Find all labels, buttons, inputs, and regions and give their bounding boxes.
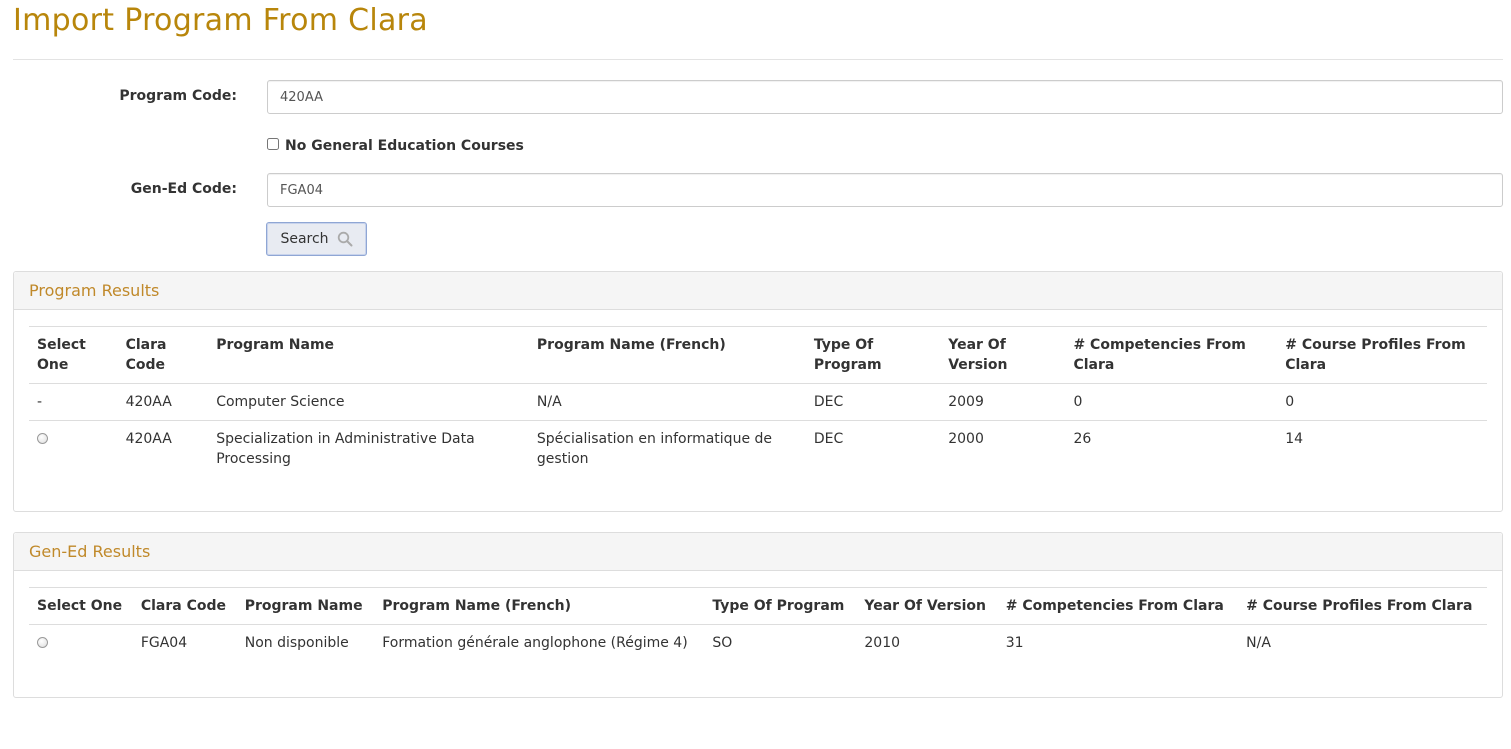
gen-ed-code-label: Gen-Ed Code: — [130, 181, 237, 197]
col-program-name: Program Name — [236, 587, 375, 625]
cell-program-name: Specialization in Administrative Data Pr… — [216, 431, 475, 467]
cell-year-of-version: 2010 — [864, 635, 901, 651]
gen-ed-code-input[interactable] — [267, 173, 1503, 207]
search-icon — [337, 231, 353, 247]
col-clara-code: Clara Code — [132, 587, 237, 625]
cell-competencies: 26 — [1073, 431, 1092, 447]
cell-program-name-french: Formation générale anglophone (Régime 4) — [382, 635, 688, 651]
no-gen-ed-label: No General Education Courses — [285, 138, 524, 154]
table-header-row: Select One Clara Code Program Name Progr… — [29, 326, 1487, 384]
col-program-name-french: Program Name (French) — [528, 326, 806, 384]
col-select-one: Select One — [29, 326, 118, 384]
page-title: Import Program From Clara — [13, 3, 428, 38]
program-results-heading: Program Results — [14, 272, 1502, 310]
program-results-table: Select One Clara Code Program Name Progr… — [29, 326, 1487, 477]
cell-year-of-version: 2009 — [940, 383, 1066, 421]
cell-competencies: 0 — [1065, 383, 1278, 421]
row-select-cell — [29, 625, 133, 662]
program-select-radio[interactable] — [37, 433, 48, 444]
no-gen-ed-checkbox-row[interactable]: No General Education Courses — [267, 138, 524, 154]
table-header-row: Select One Clara Code Program Name Progr… — [29, 587, 1487, 625]
table-row: 420AA Specialization in Administrative D… — [29, 421, 1487, 478]
gen-ed-select-radio[interactable] — [37, 637, 48, 648]
col-year-of-version: Year Of Version — [940, 326, 1066, 384]
program-results-panel: Program Results Select One Clara Code Pr… — [13, 271, 1503, 512]
cell-course-profiles: 14 — [1285, 431, 1304, 447]
cell-clara-code: FGA04 — [140, 635, 188, 651]
row-select-placeholder: - — [29, 383, 118, 421]
cell-competencies: 31 — [1005, 635, 1024, 651]
table-row: - 420AA Computer Science N/A DEC 2009 0 … — [29, 383, 1487, 421]
cell-program-name-french: N/A — [528, 383, 806, 421]
col-year-of-version: Year Of Version — [856, 587, 998, 625]
search-button[interactable]: Search — [266, 222, 367, 256]
row-select-cell — [29, 421, 118, 478]
cell-program-name: Non disponible — [244, 635, 349, 651]
gen-ed-results-table: Select One Clara Code Program Name Progr… — [29, 587, 1487, 661]
col-type-of-program: Type Of Program — [704, 587, 857, 625]
search-button-label: Search — [280, 231, 329, 247]
col-course-profiles: # Course Profiles From Clara — [1238, 587, 1487, 625]
col-clara-code: Clara Code — [117, 326, 209, 384]
cell-type-of-program: SO — [712, 635, 733, 651]
col-program-name: Program Name — [208, 326, 529, 384]
program-code-label: Program Code: — [119, 88, 237, 104]
col-select-one: Select One — [29, 587, 133, 625]
cell-course-profiles: N/A — [1246, 635, 1271, 651]
col-course-profiles: # Course Profiles From Clara — [1277, 326, 1487, 384]
cell-type-of-program: DEC — [805, 383, 941, 421]
table-row: FGA04 Non disponible Formation générale … — [29, 625, 1487, 662]
col-type-of-program: Type Of Program — [805, 326, 941, 384]
title-divider — [13, 59, 1503, 60]
cell-course-profiles: 0 — [1277, 383, 1487, 421]
col-program-name-french: Program Name (French) — [374, 587, 705, 625]
gen-ed-results-heading: Gen-Ed Results — [14, 533, 1502, 571]
gen-ed-results-panel: Gen-Ed Results Select One Clara Code Pro… — [13, 532, 1503, 698]
cell-program-name-french: Spécialisation en informatique de gestio… — [536, 431, 773, 467]
col-competencies: # Competencies From Clara — [1065, 326, 1278, 384]
cell-clara-code: 420AA — [125, 431, 172, 447]
cell-clara-code: 420AA — [117, 383, 209, 421]
program-code-input[interactable] — [267, 80, 1503, 114]
no-gen-ed-checkbox[interactable] — [267, 138, 279, 150]
cell-year-of-version: 2000 — [948, 431, 984, 447]
cell-program-name: Computer Science — [208, 383, 529, 421]
col-competencies: # Competencies From Clara — [997, 587, 1239, 625]
cell-type-of-program: DEC — [813, 431, 844, 447]
